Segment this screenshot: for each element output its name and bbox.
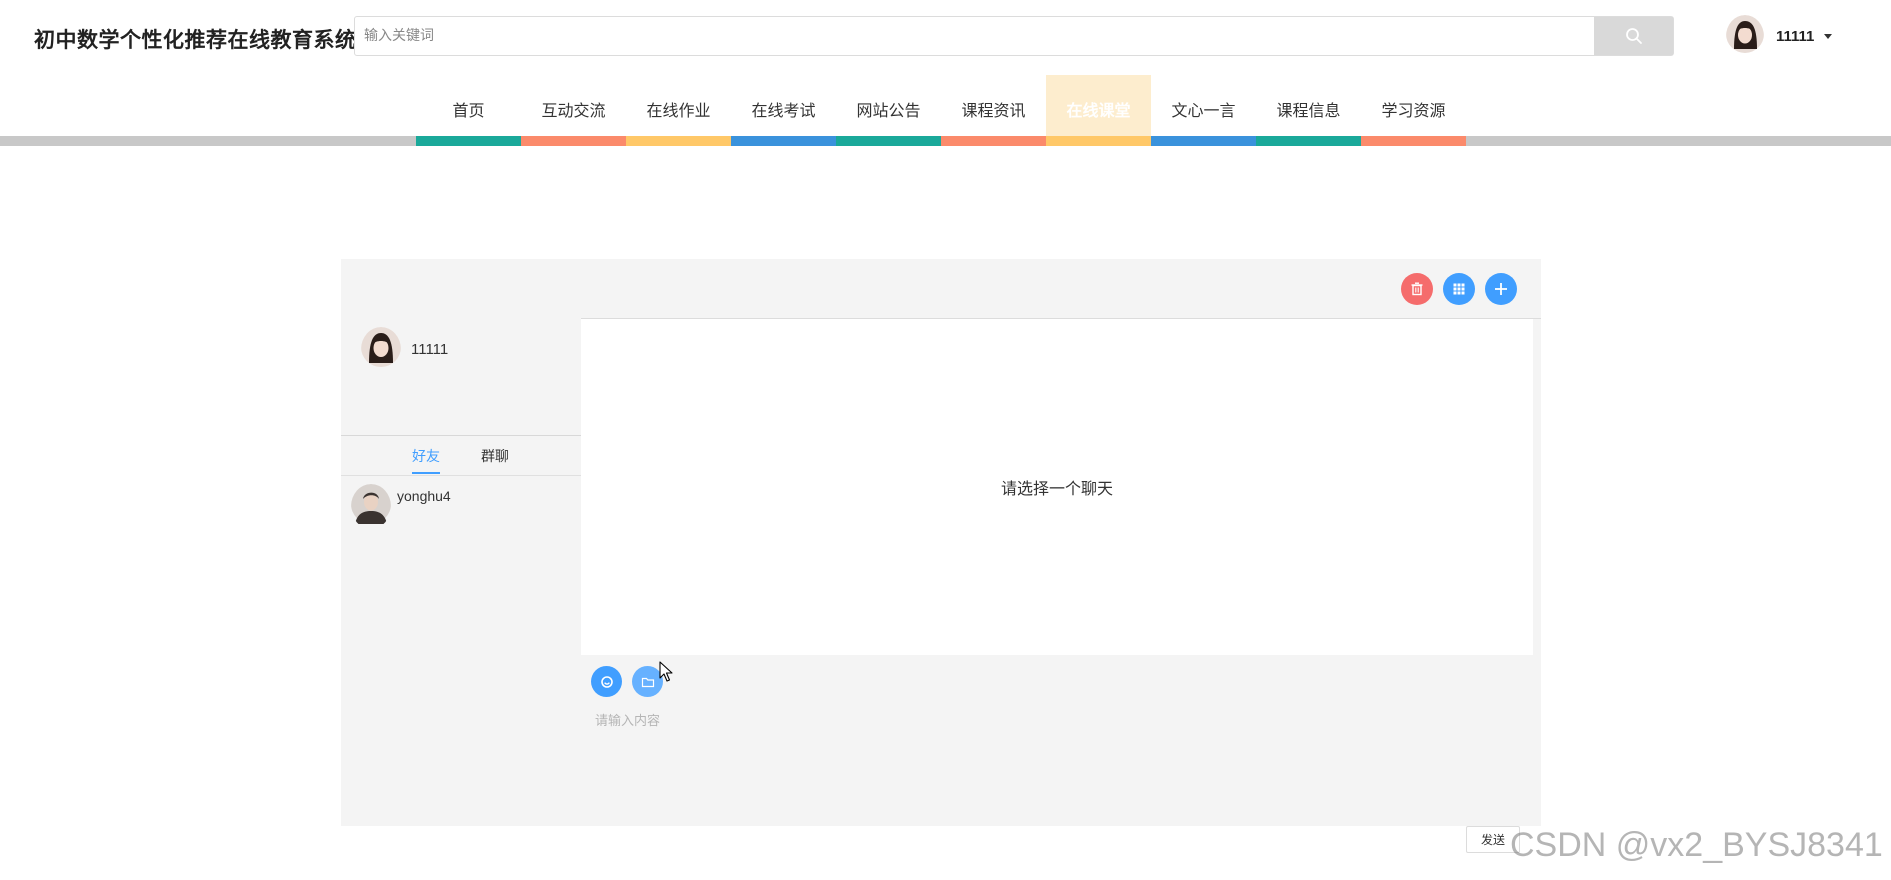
- nav-item-stripe: [521, 136, 626, 146]
- nav-item-stripe: [731, 136, 836, 146]
- avatar: [361, 327, 401, 372]
- nav-item-label: 课程信息: [1276, 101, 1341, 120]
- header: 初中数学个性化推荐在线教育系统 11111: [0, 0, 1891, 72]
- nav-item[interactable]: 互动交流: [521, 75, 626, 146]
- nav-item-stripe: [416, 136, 521, 146]
- main-nav: 首页 互动交流 在线作业 在线考试 网站公告 课程资讯 在线课堂 文心一言 课程信息 学习资源: [0, 75, 1891, 146]
- plus-button[interactable]: [1485, 273, 1517, 305]
- nav-item-label: 学习资源: [1381, 101, 1446, 120]
- search-input[interactable]: [355, 17, 1594, 55]
- nav-item-label: 文心一言: [1171, 101, 1236, 120]
- chat-actions: [1401, 273, 1517, 305]
- nav-item[interactable]: 在线作业: [626, 75, 731, 146]
- message-input[interactable]: [595, 709, 1495, 733]
- chat-panel: 11111 好友 群聊 yonghu4 请选择一个聊天: [341, 259, 1541, 826]
- current-user-name: 11111: [411, 341, 449, 358]
- nav-item-stripe: [836, 136, 941, 146]
- nav-item-label: 在线考试: [751, 101, 816, 120]
- chat-window: 请选择一个聊天: [581, 319, 1533, 655]
- nav-items: 首页 互动交流 在线作业 在线考试 网站公告 课程资讯 在线课堂 文心一言 课程信息 学习资源: [416, 75, 1466, 146]
- grid-icon: [1453, 283, 1465, 295]
- nav-item-label: 课程资讯: [961, 101, 1026, 120]
- nav-item-stripe: [941, 136, 1046, 146]
- mouse-cursor-icon: [659, 661, 673, 682]
- user-name: 11111: [1776, 27, 1815, 45]
- folder-icon: [641, 677, 654, 687]
- nav-item[interactable]: 在线考试: [731, 75, 836, 146]
- nav-item-stripe: [1256, 136, 1361, 146]
- empty-chat-text: 请选择一个聊天: [1000, 479, 1113, 498]
- nav-item-label: 互动交流: [541, 101, 606, 120]
- trash-button[interactable]: [1401, 273, 1433, 305]
- tab-groups[interactable]: 群聊: [481, 446, 509, 466]
- chat-tabs: 好友 群聊: [341, 436, 581, 476]
- site-title: 初中数学个性化推荐在线教育系统: [34, 28, 357, 52]
- nav-item[interactable]: 文心一言: [1151, 75, 1256, 146]
- nav-item[interactable]: 学习资源: [1361, 75, 1466, 146]
- nav-item[interactable]: 首页: [416, 75, 521, 146]
- nav-item-label: 在线课堂: [1066, 101, 1131, 120]
- user-menu[interactable]: 11111: [1726, 14, 1833, 58]
- nav-item-stripe: [1151, 136, 1256, 146]
- search-icon: [1625, 28, 1642, 44]
- nav-item[interactable]: 课程资讯: [941, 75, 1046, 146]
- chevron-down-icon: [1824, 33, 1833, 39]
- nav-item-label: 网站公告: [856, 101, 921, 120]
- current-user: 11111: [361, 327, 448, 372]
- trash-icon: [1411, 282, 1423, 296]
- list-item[interactable]: yonghu4: [351, 484, 571, 528]
- nav-item-stripe: [626, 136, 731, 146]
- search-button[interactable]: [1594, 17, 1673, 55]
- emoji-icon: [600, 675, 613, 688]
- friend-name: yonghu4: [397, 488, 451, 504]
- search-box: [354, 16, 1674, 56]
- grid-button[interactable]: [1443, 273, 1475, 305]
- nav-item-stripe: [1046, 136, 1151, 146]
- tab-friends[interactable]: 好友: [412, 446, 440, 474]
- nav-item-label: 首页: [452, 101, 485, 120]
- nav-item[interactable]: 课程信息: [1256, 75, 1361, 146]
- nav-item[interactable]: 在线课堂: [1046, 75, 1151, 146]
- avatar: [351, 484, 391, 529]
- nav-item-stripe: [1361, 136, 1466, 146]
- chat-tools: [591, 666, 663, 697]
- user-avatar: [1726, 14, 1764, 58]
- emoji-button[interactable]: [591, 666, 622, 697]
- nav-item-label: 在线作业: [646, 101, 711, 120]
- watermark: CSDN @vx2_BYSJ8341: [1510, 826, 1883, 864]
- plus-icon: [1495, 283, 1507, 295]
- nav-item[interactable]: 网站公告: [836, 75, 941, 146]
